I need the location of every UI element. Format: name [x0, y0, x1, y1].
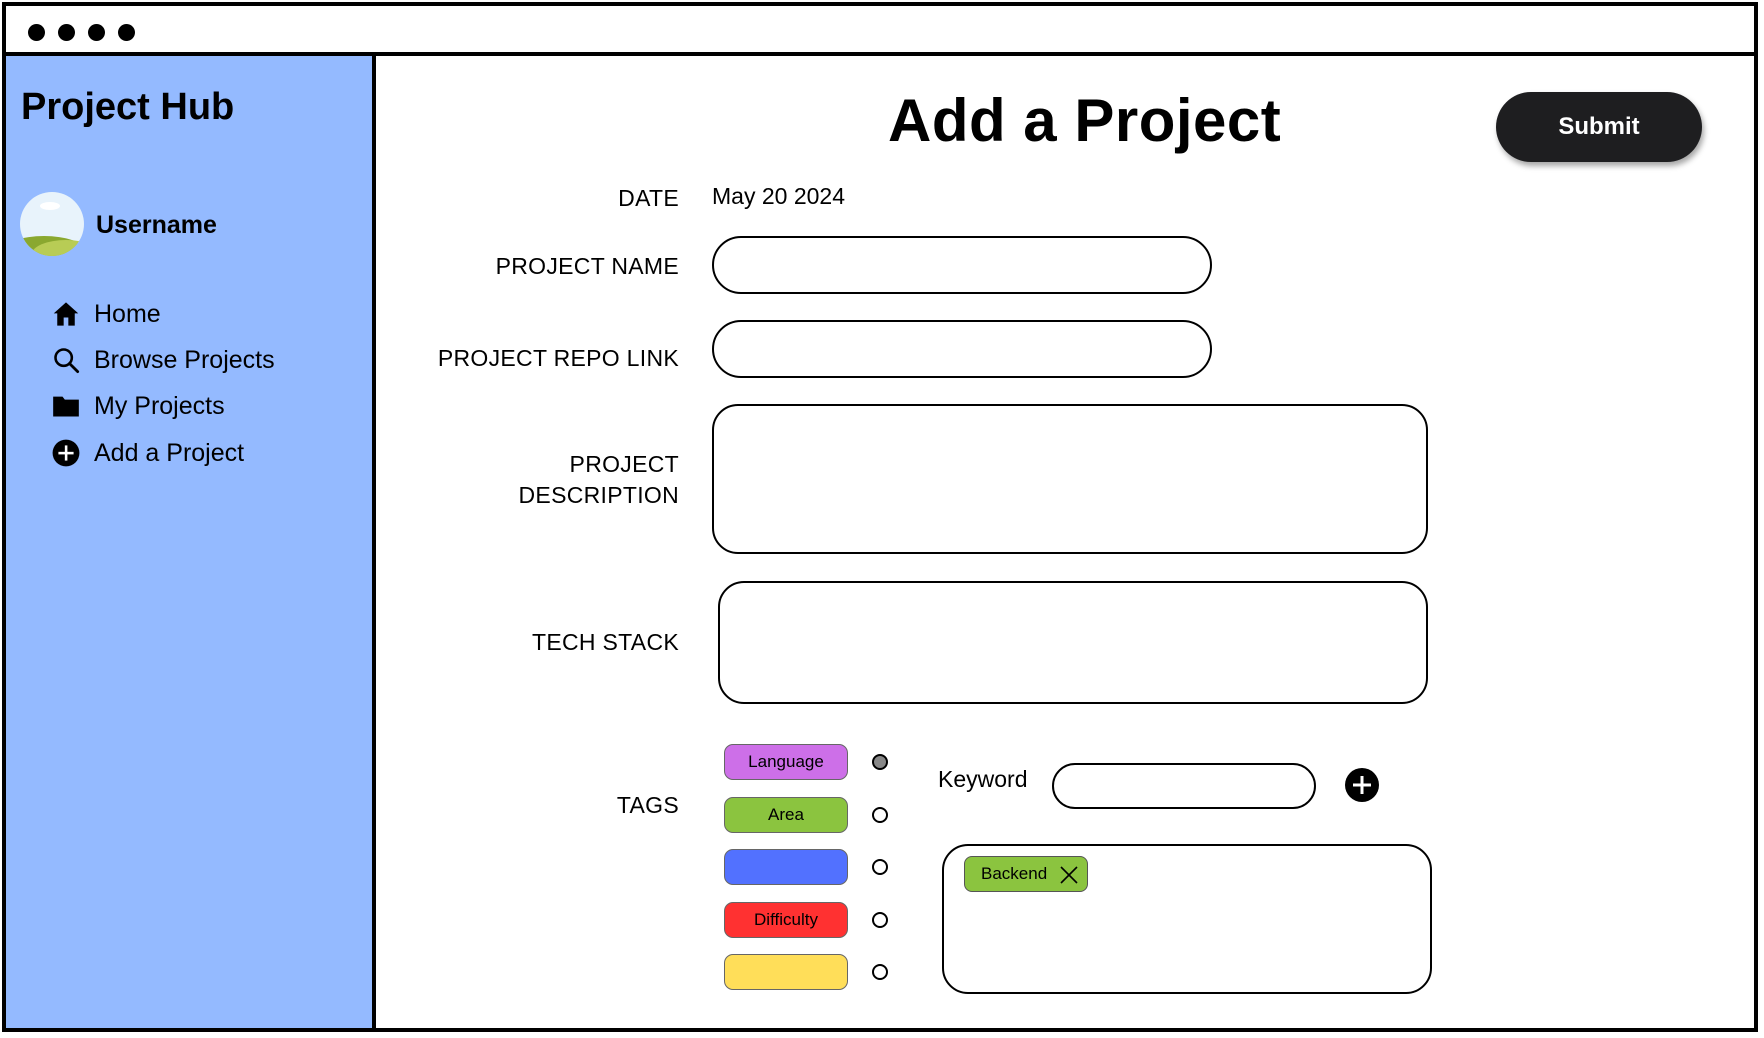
nav-item-my-projects[interactable]: My Projects	[50, 388, 225, 424]
nav-item-home[interactable]: Home	[50, 296, 161, 332]
date-label: DATE	[618, 185, 679, 211]
date-value: May 20 2024	[712, 183, 845, 209]
plus-circle-icon	[50, 437, 82, 469]
tag-category-blue[interactable]	[724, 849, 848, 885]
tag-category-difficulty[interactable]: Difficulty	[724, 902, 848, 938]
description-label-line: PROJECT	[569, 451, 679, 477]
repo-link-input[interactable]	[712, 320, 1212, 378]
tag-category-area[interactable]: Area	[724, 797, 848, 833]
window-control-dot[interactable]	[88, 24, 105, 41]
window-control-dot[interactable]	[28, 24, 45, 41]
add-keyword-button[interactable]	[1345, 768, 1379, 802]
avatar[interactable]	[20, 192, 84, 256]
description-textarea[interactable]	[712, 404, 1428, 554]
tag-category-radio[interactable]	[872, 754, 888, 770]
plus-icon	[1353, 776, 1371, 794]
window-control-dot[interactable]	[58, 24, 75, 41]
folder-icon	[50, 390, 82, 422]
page-title: Add a Project	[888, 87, 1282, 154]
keyword-input[interactable]	[1052, 763, 1316, 809]
tag-category-radio[interactable]	[872, 964, 888, 980]
description-label-line: DESCRIPTION	[518, 482, 679, 508]
tag-category-language[interactable]: Language	[724, 744, 848, 780]
nav-item-label: Home	[94, 299, 161, 328]
tag-category-yellow[interactable]	[724, 954, 848, 990]
submit-button[interactable]: Submit	[1496, 92, 1702, 162]
keyword-label: Keyword	[938, 766, 1028, 792]
description-label: PROJECT DESCRIPTION	[519, 449, 679, 511]
search-icon	[50, 344, 82, 376]
nav-item-label: Browse Projects	[94, 345, 275, 374]
project-name-input[interactable]	[712, 236, 1212, 294]
repo-link-label: PROJECT REPO LINK	[437, 345, 679, 371]
remove-tag-icon[interactable]	[1059, 865, 1079, 885]
nav-item-label: Add a Project	[94, 438, 245, 467]
nav-item-label: My Projects	[94, 391, 225, 420]
tag-chip-label: Backend	[981, 864, 1048, 883]
window-control-dot[interactable]	[118, 24, 135, 41]
tag-category-radio[interactable]	[872, 912, 888, 928]
app-title: Project Hub	[21, 86, 235, 128]
tag-category-radio[interactable]	[872, 859, 888, 875]
home-icon	[50, 298, 82, 330]
avatar-landscape-icon	[20, 192, 84, 256]
tech-stack-label: TECH STACK	[532, 629, 679, 655]
tags-label: TAGS	[616, 792, 679, 818]
tag-chip: Backend	[964, 856, 1088, 892]
nav-item-browse-projects[interactable]: Browse Projects	[50, 342, 275, 378]
project-name-label: PROJECT NAME	[495, 253, 679, 279]
nav-item-add-project[interactable]: Add a Project	[50, 435, 244, 471]
username: Username	[96, 211, 217, 239]
tech-stack-textarea[interactable]	[718, 581, 1428, 704]
app-window: Project Hub Username Home Browse Project…	[2, 2, 1758, 1032]
tag-category-radio[interactable]	[872, 807, 888, 823]
main-content: Add a Project Submit DATE May 20 2024 PR…	[378, 56, 1754, 1028]
window-titlebar	[6, 6, 1754, 56]
sidebar: Project Hub Username Home Browse Project…	[6, 52, 376, 1028]
